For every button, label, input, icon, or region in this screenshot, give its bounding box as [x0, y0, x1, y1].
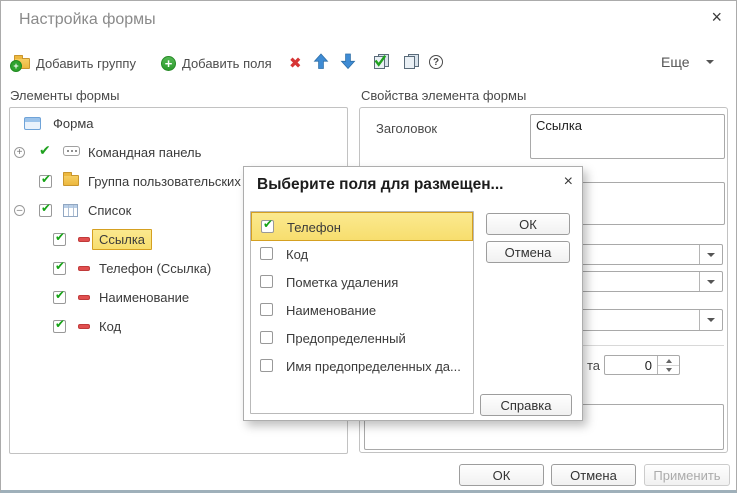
ok-button[interactable]: ОК: [459, 464, 544, 486]
field-list-item[interactable]: ✔ Телефон: [251, 212, 473, 241]
dash-icon: [78, 324, 90, 329]
dropdown-arrow-section[interactable]: [699, 310, 722, 330]
tree-item[interactable]: Форма: [10, 109, 347, 138]
height-spinner-value[interactable]: 0: [605, 356, 657, 374]
checkbox-unchecked-icon[interactable]: [260, 303, 273, 316]
dialog-ok-button[interactable]: ОК: [486, 213, 570, 235]
check-mark-icon: ✔: [55, 230, 65, 244]
checkbox-checked-icon[interactable]: ✔: [53, 262, 66, 275]
command-bar-icon: [63, 146, 80, 156]
checkbox-unchecked-icon[interactable]: [260, 331, 273, 344]
delete-icon[interactable]: ✖: [289, 54, 302, 72]
checkbox-unchecked-icon[interactable]: [260, 359, 273, 372]
expand-icon[interactable]: +: [14, 147, 25, 158]
checkbox-checked-icon[interactable]: ✔: [53, 291, 66, 304]
plus-circle-icon: +: [161, 56, 176, 71]
tree-item[interactable]: + ✔ Командная панель: [10, 138, 347, 167]
field-list-item[interactable]: Наименование: [251, 296, 473, 324]
add-group-label: Добавить группу: [36, 56, 136, 71]
tree-item-label: Телефон (Ссылка): [99, 261, 211, 276]
form-elements-header: Элементы формы: [10, 88, 119, 103]
dialog-cancel-button[interactable]: Отмена: [486, 241, 570, 263]
apply-button[interactable]: Применить: [644, 464, 730, 486]
table-icon: [63, 204, 78, 217]
chevron-down-icon: [706, 60, 714, 64]
folder-icon: [63, 175, 79, 186]
field-list-item[interactable]: Предопределенный: [251, 324, 473, 352]
folder-plus-icon: [14, 58, 30, 69]
move-up-icon[interactable]: [313, 53, 329, 73]
field-item-label: Предопределенный: [286, 331, 406, 346]
spinner-buttons: [657, 356, 679, 374]
dropdown-arrow-section[interactable]: [699, 245, 722, 264]
cancel-button[interactable]: Отмена: [551, 464, 636, 486]
check-mark-icon: ✔: [55, 288, 65, 302]
tree-item-label: Наименование: [99, 290, 189, 305]
add-fields-button[interactable]: + Добавить поля: [161, 52, 272, 74]
collapse-icon[interactable]: –: [14, 205, 25, 216]
more-menu-button[interactable]: Еще: [661, 54, 714, 70]
move-down-icon[interactable]: [340, 53, 356, 73]
checkbox-unchecked-icon[interactable]: [260, 247, 273, 260]
chevron-down-icon: [707, 318, 715, 322]
dash-icon: [78, 295, 90, 300]
field-item-label: Имя предопределенных да...: [286, 359, 461, 374]
tree-item-label: Группа пользовательских: [88, 174, 241, 189]
window-close-icon[interactable]: ×: [711, 7, 722, 27]
check-mark-icon: ✔: [41, 172, 51, 186]
window-title: Настройка формы: [19, 11, 156, 29]
add-group-button[interactable]: Добавить группу: [14, 52, 136, 74]
dialog-close-icon[interactable]: ×: [564, 173, 573, 191]
checkbox-checked-icon[interactable]: ✔: [261, 220, 274, 233]
dash-icon: [78, 237, 90, 242]
check-mark-icon: ✔: [55, 259, 65, 273]
field-list-item[interactable]: Имя предопределенных да...: [251, 352, 473, 380]
uncheck-all-icon[interactable]: [402, 53, 421, 73]
check-all-icon[interactable]: [372, 53, 391, 73]
height-spinner[interactable]: 0: [604, 355, 680, 375]
field-list-item[interactable]: Код: [251, 240, 473, 268]
field-item-label: Телефон: [287, 220, 341, 235]
fields-listbox[interactable]: ✔ Телефон Код Пометка удаления Наименование П…: [250, 211, 474, 414]
tree-item-label: Список: [88, 203, 131, 218]
checked-mark-icon[interactable]: ✔: [39, 143, 51, 159]
form-settings-window: Настройка формы × Добавить группу + Доба…: [0, 0, 737, 493]
chevron-down-icon: [707, 280, 715, 284]
form-icon: [24, 117, 41, 130]
fields-rows-container: ✔ Телефон Код Пометка удаления Наименование П…: [251, 212, 473, 413]
more-menu-label: Еще: [661, 54, 690, 70]
tree-item-label: Форма: [53, 116, 94, 131]
element-properties-header: Свойства элемента формы: [361, 88, 526, 103]
help-icon[interactable]: ?: [429, 55, 443, 69]
checkbox-checked-icon[interactable]: ✔: [39, 204, 52, 217]
checkbox-unchecked-icon[interactable]: [260, 275, 273, 288]
tree-item-label: Ссылка: [92, 229, 152, 250]
tree-item-label: Код: [99, 319, 121, 334]
field-item-label: Наименование: [286, 303, 376, 318]
checkbox-checked-icon[interactable]: ✔: [39, 175, 52, 188]
field-item-label: Пометка удаления: [286, 275, 398, 290]
checkbox-checked-icon[interactable]: ✔: [53, 320, 66, 333]
check-mark-icon: ✔: [55, 317, 65, 331]
select-fields-dialog: Выберите поля для размещен... × ✔ Телефон…: [243, 166, 583, 421]
add-fields-label: Добавить поля: [182, 56, 272, 71]
dash-icon: [78, 266, 90, 271]
checkbox-checked-icon[interactable]: ✔: [53, 233, 66, 246]
dialog-help-button[interactable]: Справка: [480, 394, 572, 416]
check-mark-icon: ✔: [41, 201, 51, 215]
tree-item-label: Командная панель: [88, 145, 201, 160]
field-list-item[interactable]: Пометка удаления: [251, 268, 473, 296]
spinner-down-icon[interactable]: [658, 365, 679, 374]
title-property-label: Заголовок: [376, 121, 437, 136]
chevron-down-icon: [707, 253, 715, 257]
dialog-title: Выберите поля для размещен...: [257, 176, 503, 194]
check-mark-icon: ✔: [263, 217, 273, 231]
field-item-label: Код: [286, 247, 308, 262]
title-property-input[interactable]: Ссылка: [530, 114, 725, 159]
dropdown-arrow-section[interactable]: [699, 272, 722, 291]
